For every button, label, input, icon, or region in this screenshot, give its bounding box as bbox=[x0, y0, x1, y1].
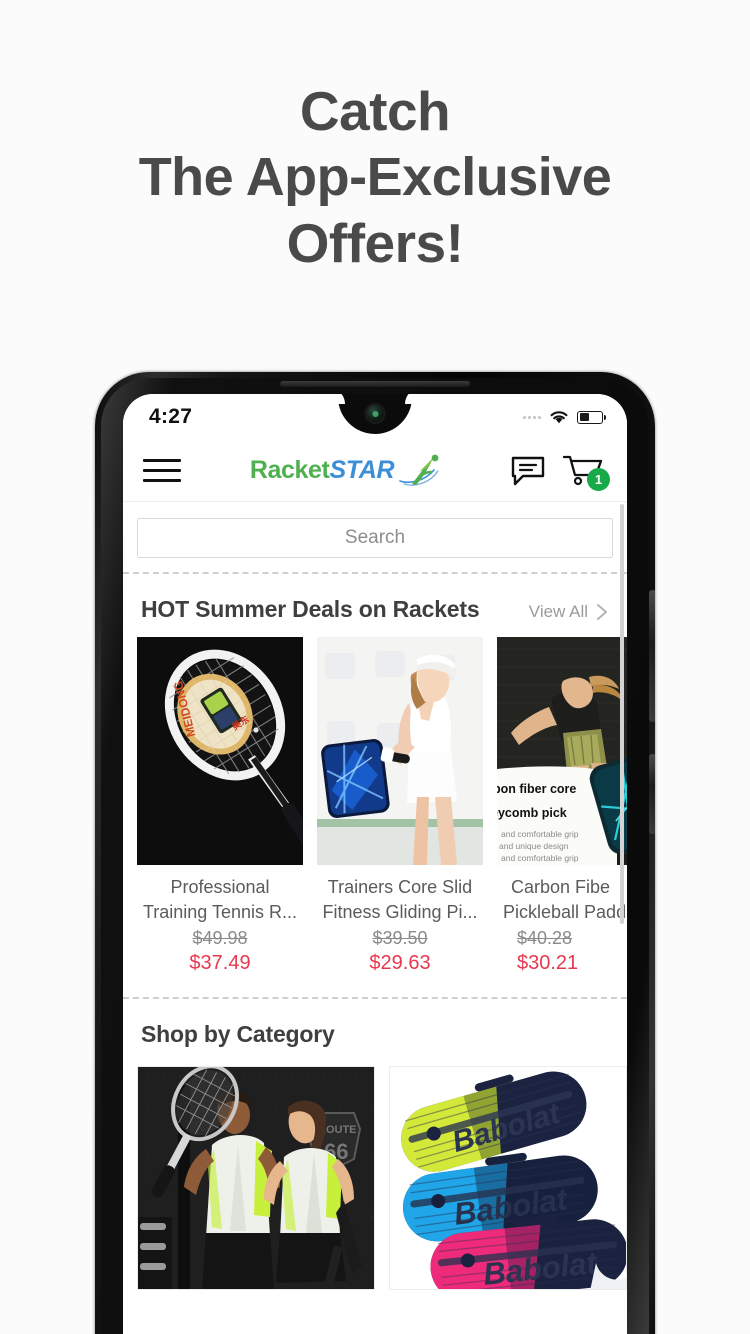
logo-text-star: STAR bbox=[329, 456, 395, 484]
logo-text: RacketSTAR bbox=[249, 456, 395, 484]
power-button[interactable] bbox=[649, 754, 655, 834]
product-name-line-1: Carbon Fibe bbox=[511, 877, 611, 897]
category-section: Shop by Category ROUTE 66 Babolat Babola… bbox=[123, 999, 627, 1290]
app-header: RacketSTAR 1 bbox=[123, 440, 627, 502]
page-title: Catch The App-Exclusive Offers! bbox=[0, 78, 750, 276]
product-old-price: $40.28 bbox=[517, 928, 573, 948]
babolat-racket-bags-photo[interactable]: Babolat Babolat Babolat bbox=[389, 1066, 627, 1290]
headline-line-3: Offers! bbox=[286, 212, 464, 274]
search-input[interactable]: Search bbox=[137, 518, 613, 558]
front-camera-icon bbox=[366, 405, 384, 422]
svg-text:and comfortable grip: and comfortable grip bbox=[501, 829, 579, 839]
product-old-price: $39.50 bbox=[372, 928, 428, 948]
deals-section-title: HOT Summer Deals on Rackets bbox=[141, 596, 480, 622]
view-all-label: View All bbox=[528, 602, 588, 621]
product-sale-price: $37.49 bbox=[189, 952, 251, 974]
battery-icon bbox=[577, 410, 606, 424]
hamburger-menu-icon[interactable] bbox=[143, 459, 181, 482]
earpiece-speaker bbox=[280, 381, 470, 387]
sportswear-athletes-photo[interactable]: ROUTE 66 bbox=[137, 1066, 375, 1290]
camera-lens-dot bbox=[372, 410, 378, 417]
product-name-line-2: Training Tennis R... bbox=[142, 902, 298, 922]
status-bar-indicators bbox=[523, 409, 606, 425]
product-card[interactable]: MEIDONG 美东 Professional Training Tennis … bbox=[137, 637, 303, 975]
wifi-icon bbox=[550, 411, 568, 424]
product-sale-price: $30.21 bbox=[517, 952, 579, 974]
product-card[interactable]: Trainers Core Slid Fitness Gliding Pi...… bbox=[317, 637, 483, 975]
signal-dots-icon bbox=[523, 415, 541, 419]
phone-mockup: 4:27 RacketSTAR 1 Search HOT Summer Deal… bbox=[95, 372, 655, 1334]
woman-pickleball-paddle-photo bbox=[317, 637, 483, 865]
headline-line-1: Catch bbox=[299, 80, 451, 142]
product-old-price: $49.98 bbox=[192, 928, 248, 948]
search-row: Search bbox=[123, 502, 627, 572]
chat-bubble-icon[interactable] bbox=[511, 456, 545, 486]
product-card[interactable]: bon fiber core eycomb pick and comfortab… bbox=[497, 637, 627, 975]
carbon-fiber-paddle-photo: bon fiber core eycomb pick and comfortab… bbox=[497, 637, 627, 865]
promo-screenshot: Catch The App-Exclusive Offers! 4:27 Rac… bbox=[0, 0, 750, 1334]
status-bar-clock: 4:27 bbox=[149, 405, 193, 428]
volume-button[interactable] bbox=[649, 590, 655, 722]
category-section-header: Shop by Category bbox=[137, 1021, 613, 1054]
app-content: Search HOT Summer Deals on Rackets View … bbox=[123, 502, 627, 1290]
athlete-swoosh-icon bbox=[399, 454, 439, 486]
app-logo[interactable]: RacketSTAR bbox=[250, 454, 442, 488]
product-name-line-1: Trainers Core Slid bbox=[327, 877, 473, 897]
logo-text-racket: Racket bbox=[249, 456, 330, 484]
deals-view-all-link[interactable]: View All bbox=[529, 602, 609, 622]
product-name-line-2: Pickleball Padd bbox=[503, 902, 627, 922]
tennis-racket-dark-photo: MEIDONG 美东 bbox=[137, 637, 303, 865]
product-name-line-2: Fitness Gliding Pi... bbox=[322, 902, 478, 922]
category-tile-row: ROUTE 66 Babolat Babolat Babolat bbox=[137, 1054, 627, 1290]
svg-text:and unique design: and unique design bbox=[499, 841, 569, 851]
deals-section-header: HOT Summer Deals on Rackets View All bbox=[137, 596, 613, 637]
svg-text:eycomb pick: eycomb pick bbox=[497, 806, 567, 820]
content-scrollbar[interactable] bbox=[620, 504, 624, 924]
chevron-right-icon bbox=[597, 604, 607, 620]
cart-badge-count: 1 bbox=[587, 467, 610, 491]
svg-text:and comfortable grip: and comfortable grip bbox=[501, 853, 579, 863]
phone-screen: 4:27 RacketSTAR 1 Search HOT Summer Deal… bbox=[123, 394, 627, 1334]
cart-button[interactable]: 1 bbox=[562, 454, 610, 491]
deals-product-row: MEIDONG 美东 Professional Training Tennis … bbox=[137, 637, 627, 975]
headline-line-2: The App-Exclusive bbox=[138, 147, 612, 207]
deals-section: HOT Summer Deals on Rackets View All MEI… bbox=[123, 574, 627, 975]
product-name-line-1: Professional bbox=[170, 877, 270, 897]
category-section-title: Shop by Category bbox=[141, 1021, 335, 1047]
app-header-actions: 1 bbox=[511, 454, 610, 491]
svg-text:bon fiber core: bon fiber core bbox=[497, 782, 576, 796]
product-sale-price: $29.63 bbox=[369, 952, 431, 974]
